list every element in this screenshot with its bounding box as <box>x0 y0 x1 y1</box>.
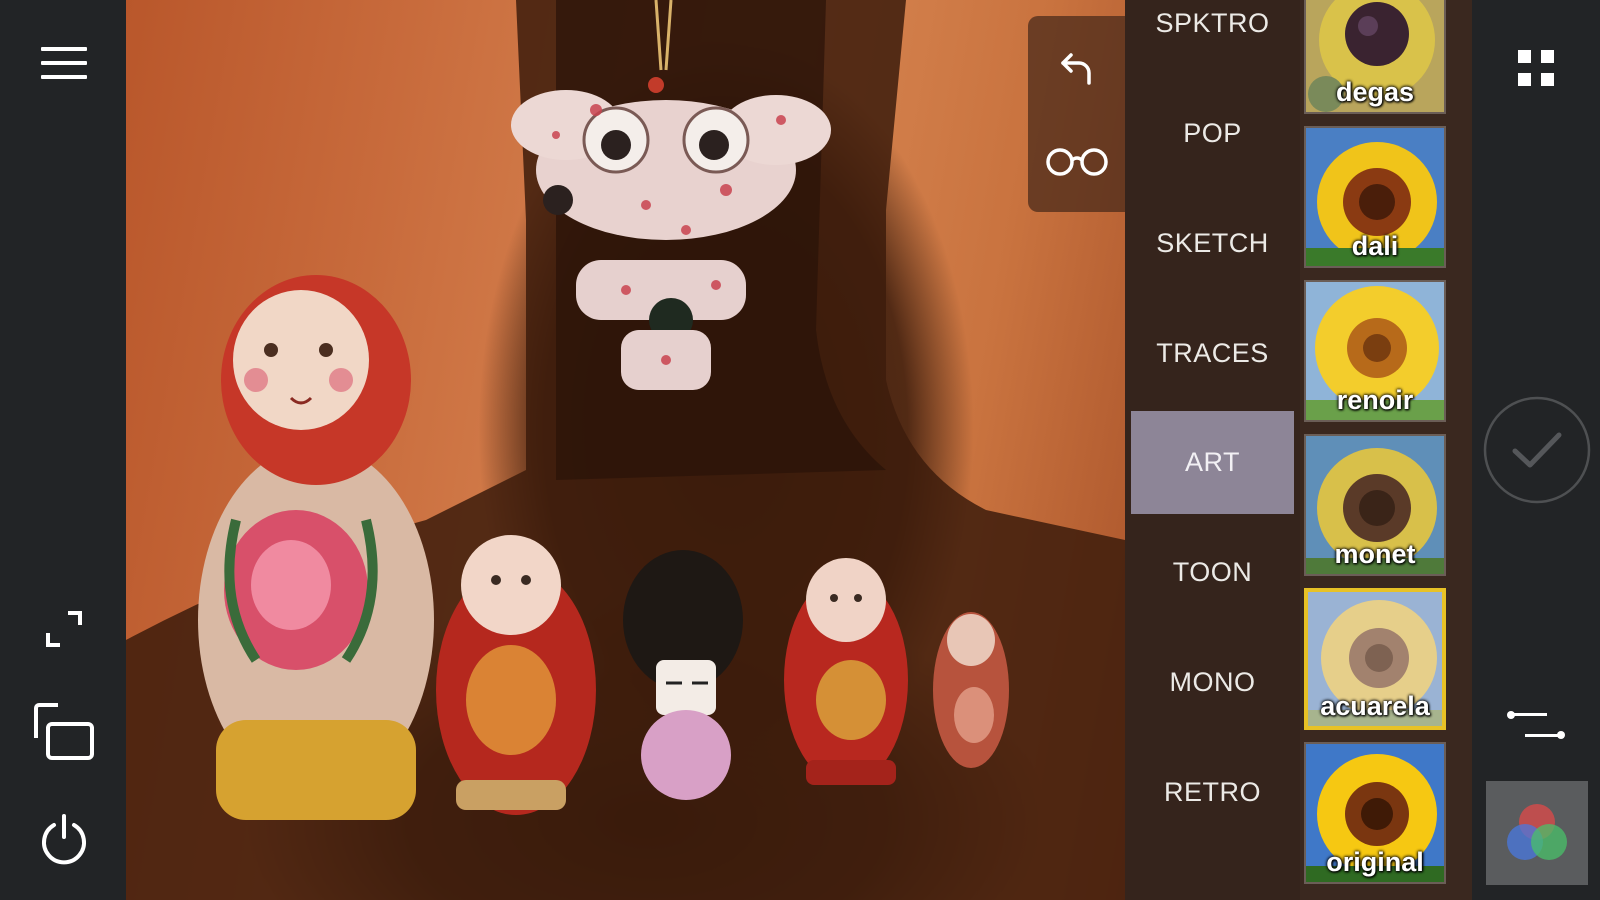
thumbnail-original[interactable]: original <box>1304 742 1446 884</box>
confirm-button[interactable] <box>1482 395 1592 505</box>
category-art[interactable]: ART <box>1131 411 1294 514</box>
thumbnail-label: degas <box>1335 77 1415 107</box>
glasses-icon <box>1046 148 1108 176</box>
sliders-icon <box>1507 711 1565 739</box>
undo-button[interactable] <box>1042 34 1112 104</box>
category-mono[interactable]: MONO <box>1131 631 1294 734</box>
left-toolbar <box>0 0 126 900</box>
adjust-button[interactable] <box>1502 700 1570 750</box>
thumbnail-degas[interactable]: degas <box>1304 0 1446 114</box>
photo-canvas[interactable] <box>126 0 1125 900</box>
hamburger-menu-icon <box>41 47 87 79</box>
thumbnail-label: dali <box>1351 231 1399 261</box>
color-mixer-button[interactable] <box>1486 781 1588 885</box>
thumbnail-monet[interactable]: monet <box>1304 434 1446 576</box>
grid-icon <box>1518 50 1554 86</box>
thumbnail-label: renoir <box>1336 385 1414 415</box>
expand-icon <box>46 611 82 647</box>
thumbnail-label: monet <box>1334 539 1416 569</box>
effect-category-list: SPKTRO POP SKETCH TRACES ART TOON MONO R… <box>1125 0 1300 900</box>
rgb-circles-icon <box>1507 804 1567 860</box>
category-sketch[interactable]: SKETCH <box>1131 192 1294 295</box>
undo-icon <box>1061 53 1091 85</box>
copy-layers-icon <box>34 703 94 760</box>
category-toon[interactable]: TOON <box>1131 521 1294 624</box>
thumbnail-dali[interactable]: dali <box>1304 126 1446 268</box>
floating-tools <box>1028 16 1125 212</box>
menu-button[interactable] <box>31 30 97 96</box>
checkmark-icon <box>1483 396 1591 504</box>
thumbnail-renoir[interactable]: renoir <box>1304 280 1446 422</box>
thumbnail-label: acuarela <box>1320 691 1430 721</box>
category-retro[interactable]: RETRO <box>1131 741 1294 844</box>
filtered-photo <box>126 0 1125 900</box>
category-traces[interactable]: TRACES <box>1131 302 1294 405</box>
fullscreen-button[interactable] <box>31 596 97 662</box>
compare-button[interactable] <box>31 700 97 766</box>
thumbnail-label: original <box>1326 847 1424 877</box>
thumbnail-acuarela[interactable]: acuarela <box>1304 588 1446 730</box>
power-icon <box>42 814 86 865</box>
power-button[interactable] <box>31 806 97 872</box>
grid-button[interactable] <box>1504 36 1568 100</box>
right-toolbar <box>1472 0 1600 900</box>
category-pop[interactable]: POP <box>1131 82 1294 185</box>
preview-button[interactable] <box>1042 126 1112 196</box>
category-spktro[interactable]: SPKTRO <box>1131 0 1294 75</box>
style-thumbnail-list: degas dali renoir monet acuarela origina… <box>1300 0 1472 900</box>
